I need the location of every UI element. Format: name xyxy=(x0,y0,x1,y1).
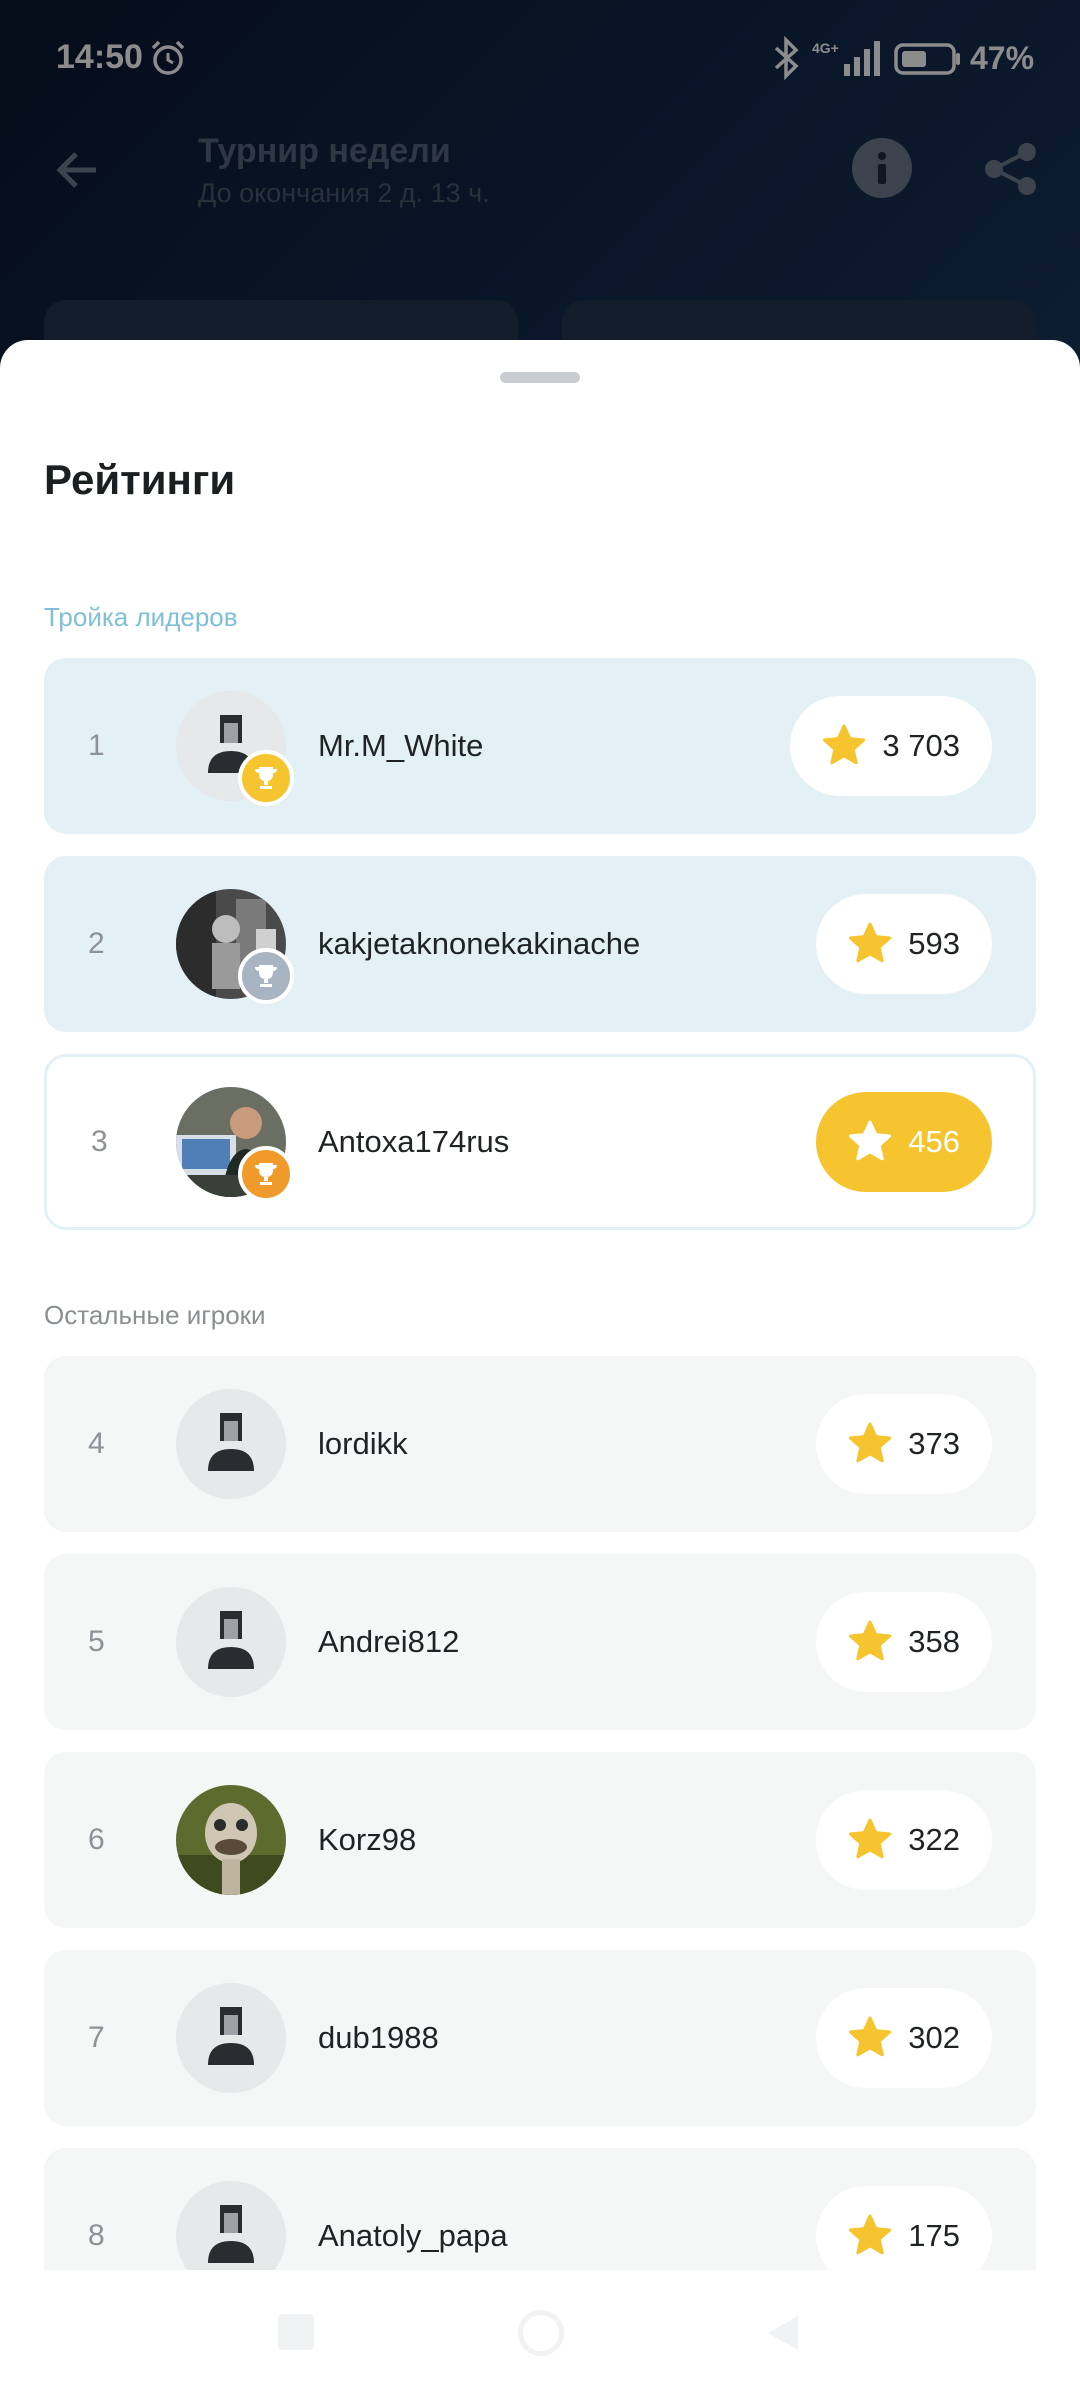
sheet-title: Рейтинги xyxy=(44,456,236,503)
recents-icon[interactable] xyxy=(278,2314,314,2350)
player-name: Mr.M_White xyxy=(318,728,484,763)
star-icon xyxy=(849,1620,892,1661)
system-nav-bar xyxy=(0,2270,1080,2400)
default-avatar-icon xyxy=(176,1389,286,1499)
others-section-label: Остальные игроки xyxy=(44,1300,266,1330)
rank-number: 4 xyxy=(88,1427,105,1460)
star-icon xyxy=(849,1422,892,1463)
rank-number: 6 xyxy=(88,1823,105,1856)
score-badge: 593 xyxy=(816,894,992,994)
avatar xyxy=(176,1389,286,1499)
score-value: 456 xyxy=(908,1124,960,1159)
player-row[interactable]: 5 Andrei812 358 xyxy=(44,1554,1036,1730)
leaders-section-label: Тройка лидеров xyxy=(44,602,238,632)
rank-number: 2 xyxy=(88,927,105,960)
ratings-sheet: Рейтинги Тройка лидеров 1 Mr.M_White 3 7… xyxy=(0,340,1080,2400)
rank-number: 1 xyxy=(88,729,105,762)
score-badge-highlighted: 456 xyxy=(816,1092,992,1192)
avatar xyxy=(176,1785,286,1895)
nav-back-icon[interactable] xyxy=(762,2312,802,2354)
player-row[interactable]: 4 lordikk 373 xyxy=(44,1356,1036,1532)
player-row[interactable]: 6 Korz98 322 xyxy=(44,1752,1036,1928)
player-name: Antoxa174rus xyxy=(318,1124,510,1159)
bronze-trophy-icon xyxy=(238,1146,294,1202)
star-icon xyxy=(849,1120,892,1161)
silver-trophy-icon xyxy=(238,948,294,1004)
score-value: 302 xyxy=(908,2020,960,2055)
score-value: 593 xyxy=(908,926,960,961)
avatar xyxy=(176,1983,286,2093)
score-value: 373 xyxy=(908,1426,960,1461)
score-badge: 373 xyxy=(816,1394,992,1494)
score-value: 3 703 xyxy=(882,728,960,763)
player-name: kakjetaknonekakinache xyxy=(318,926,641,961)
player-name: Korz98 xyxy=(318,1822,417,1857)
rank-number: 7 xyxy=(88,2021,105,2054)
default-avatar-icon xyxy=(176,1983,286,2093)
rank-number: 5 xyxy=(88,1625,105,1658)
leader-row[interactable]: 2 kakjetaknonekakinache 593 xyxy=(44,856,1036,1032)
star-icon xyxy=(849,2016,892,2057)
score-badge: 322 xyxy=(816,1790,992,1890)
leader-row[interactable]: 1 Mr.M_White 3 703 xyxy=(44,658,1036,834)
score-value: 322 xyxy=(908,1822,960,1857)
drag-handle[interactable] xyxy=(500,372,580,383)
score-value: 358 xyxy=(908,1624,960,1659)
player-name: lordikk xyxy=(318,1426,408,1461)
home-icon[interactable] xyxy=(518,2310,564,2356)
star-icon xyxy=(849,1818,892,1859)
score-badge: 358 xyxy=(816,1592,992,1692)
user-photo xyxy=(176,1785,286,1895)
gold-trophy-icon xyxy=(238,750,294,806)
star-icon xyxy=(849,922,892,963)
leader-row-current-user[interactable]: 3 Antoxa174rus 456 xyxy=(44,1054,1036,1230)
star-icon xyxy=(823,724,866,765)
avatar xyxy=(176,1587,286,1697)
score-badge: 3 703 xyxy=(790,696,992,796)
player-row[interactable]: 7 dub1988 302 xyxy=(44,1950,1036,2126)
default-avatar-icon xyxy=(176,1587,286,1697)
rank-number: 3 xyxy=(91,1125,108,1158)
star-icon xyxy=(849,2214,892,2255)
score-badge: 302 xyxy=(816,1988,992,2088)
score-value: 175 xyxy=(908,2218,960,2253)
player-name: dub1988 xyxy=(318,2020,439,2055)
player-name: Andrei812 xyxy=(318,1624,460,1659)
